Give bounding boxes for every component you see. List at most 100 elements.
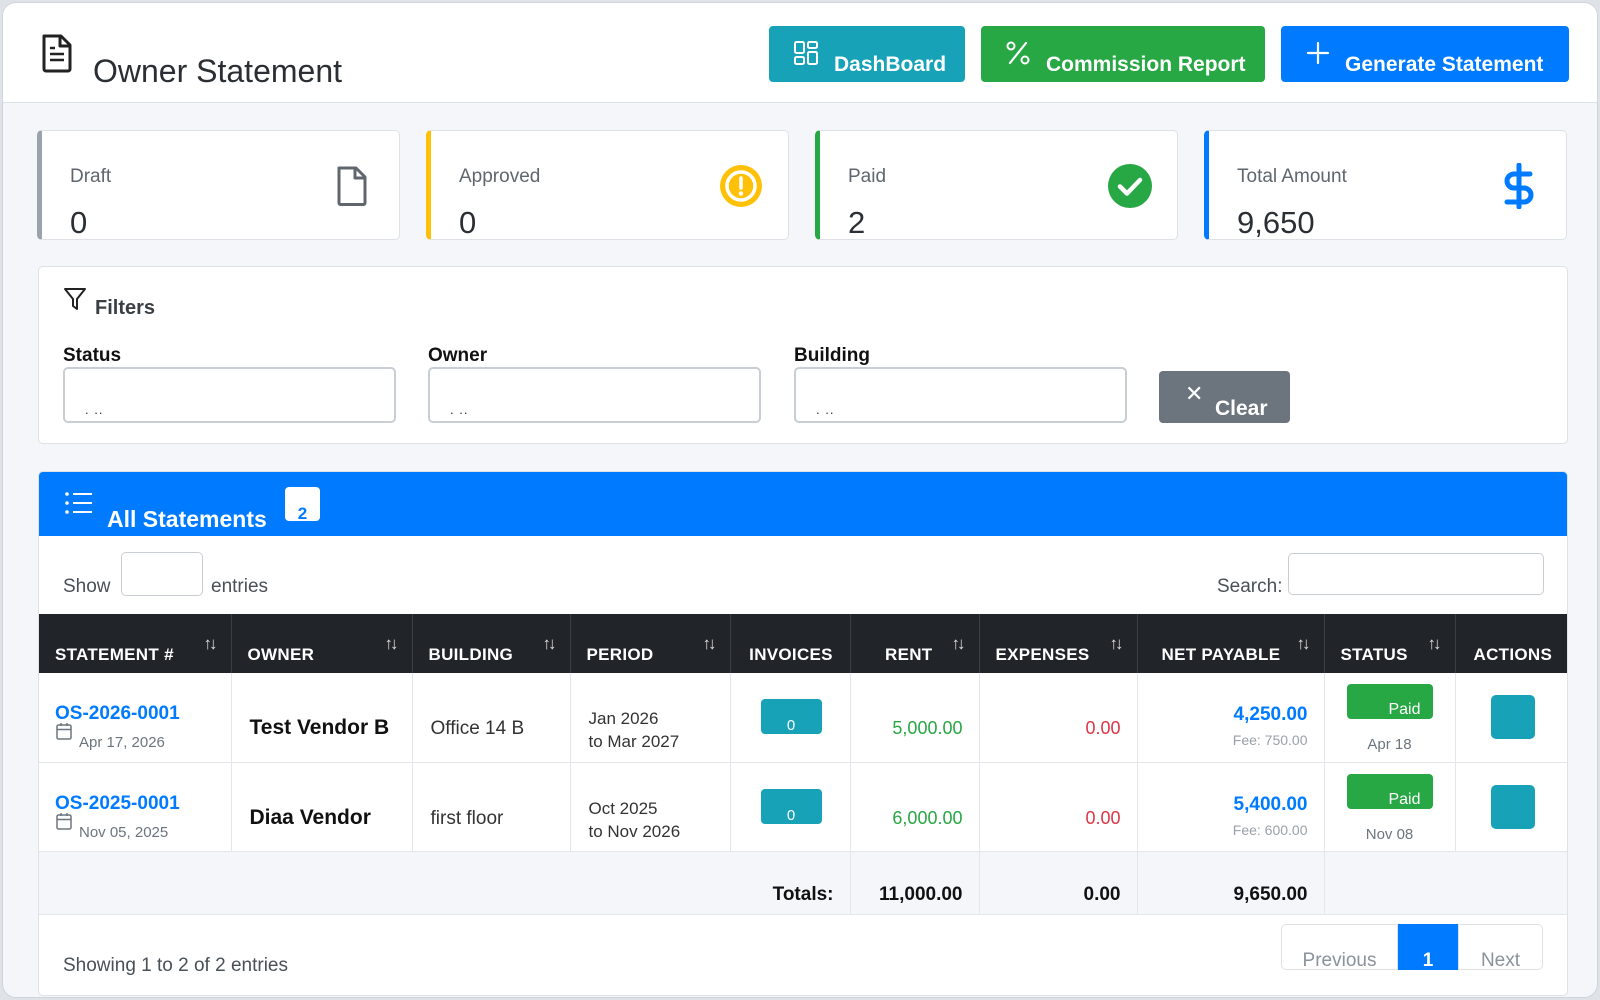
calendar-icon [56,812,72,830]
generate-statement-button[interactable]: Generate Statement [1281,26,1569,82]
status-filter-value: . .. [85,402,104,417]
statements-panel-header: All Statements 2 [39,472,1567,536]
sort-icon: ↑↓ [1296,634,1311,653]
list-icon [65,492,92,514]
sort-icon: ↑↓ [203,634,218,653]
stat-label: Approved [459,166,541,187]
owner-filter-label: Owner [428,345,488,366]
commission-report-button[interactable]: Commission Report [981,26,1265,82]
entries-per-page-select[interactable] [121,552,203,596]
statements-count-badge: 2 [285,487,320,521]
column-header-expenses[interactable]: EXPENSES ↑↓ [979,614,1138,673]
page-title: Owner Statement [93,53,342,89]
fee-amount: Fee: 600.00 [1232,821,1308,838]
document-icon [42,34,72,73]
stat-card-total-amount: Total Amount 9,650 [1204,130,1567,240]
total-net-payable: 9,650.00 [1233,883,1308,905]
column-header-period[interactable]: PERIOD ↑↓ [570,614,731,673]
filters-title: Filters [95,297,156,319]
column-header-rent[interactable]: RENT ↑↓ [850,614,980,673]
column-header-invoices: INVOICES [730,614,851,673]
search-input[interactable] [1288,553,1544,595]
entries-label: entries [211,576,269,597]
building-filter-label: Building [794,345,870,366]
invoices-count-badge[interactable]: 0 [760,788,822,824]
stat-label: Total Amount [1237,166,1347,187]
show-entries-label: Show [63,576,111,597]
status-date: Apr 18 [1367,736,1412,753]
row-action-button[interactable] [1490,695,1535,739]
period: Oct 2025 to Nov 2026 [588,798,681,841]
stat-value: 2 [848,205,866,240]
stat-card-draft: Draft 0 [37,130,400,240]
invoices-count-badge[interactable]: 0 [760,699,822,734]
status-filter-label: Status [63,345,122,366]
table-row: OS-2026-0001 Apr 17, 2026 Test Vendor B … [39,673,1567,763]
clear-filters-label: Clear [1215,397,1268,420]
owner-name: Diaa Vendor [249,805,371,829]
previous-page-button[interactable]: Previous [1281,924,1398,971]
column-header-building[interactable]: BUILDING ↑↓ [412,614,571,673]
stat-label: Draft [70,166,112,187]
column-header-statement[interactable]: STATEMENT # ↑↓ [39,614,232,673]
statement-number-link[interactable]: OS-2026-0001 [55,703,180,725]
sort-icon: ↑↓ [702,634,717,653]
sort-icon: ↑↓ [1109,634,1124,653]
dollar-icon [1504,163,1534,209]
dashboard-icon [794,41,818,65]
net-payable-amount: 4,250.00 [1233,704,1308,725]
table-header-row: STATEMENT # ↑↓ OWNER ↑↓ BUILDING ↑↓ PERIOD ↑… [39,614,1567,673]
dashboard-button[interactable]: DashBoard [769,26,965,82]
owner-name: Test Vendor B [249,716,390,739]
building-name: first floor [430,807,504,829]
close-icon: ✕ [1185,381,1204,406]
next-page-button[interactable]: Next [1458,924,1543,971]
period: Jan 2026 to Mar 2027 [588,709,680,751]
statement-number-link[interactable]: OS-2025-0001 [55,793,180,815]
search-label: Search: [1217,576,1283,597]
file-icon [337,166,367,206]
statements-panel: All Statements 2 Show entries Search: ST… [38,471,1568,996]
net-payable-amount: 5,400.00 [1233,793,1308,815]
column-header-status[interactable]: STATUS ↑↓ [1324,614,1456,673]
status-badge: Paid [1346,684,1433,719]
totals-label: Totals: [772,883,834,905]
stat-label: Paid [848,166,887,187]
exclamation-circle-icon [720,165,762,207]
commission-report-button-label: Commission Report [1046,53,1246,76]
column-header-actions: ACTIONS [1455,614,1567,673]
sort-icon: ↑↓ [951,634,966,653]
total-rent: 11,000.00 [879,883,963,905]
totals-row: Totals: 11,000.00 0.00 9,650.00 [39,851,1567,915]
stat-card-paid: Paid 2 [815,130,1178,240]
sort-icon: ↑↓ [542,634,557,653]
statement-date: Nov 05, 2025 [79,823,169,841]
sort-icon: ↑↓ [384,634,399,653]
sort-icon: ↑↓ [1427,634,1442,653]
row-action-button[interactable] [1490,784,1535,829]
column-header-net-payable[interactable]: NET PAYABLE ↑↓ [1137,614,1325,673]
statements-table: STATEMENT # ↑↓ OWNER ↑↓ BUILDING ↑↓ PERIOD ↑… [39,614,1567,915]
total-expenses: 0.00 [1083,883,1121,905]
building-filter-select[interactable]: . .. [794,367,1127,423]
rent-amount: 5,000.00 [892,718,963,738]
owner-filter-select[interactable]: . .. [428,367,761,423]
stat-value: 0 [70,205,88,240]
status-filter-select[interactable]: . .. [63,367,396,423]
filter-icon [64,288,86,310]
fee-amount: Fee: 750.00 [1232,732,1308,748]
check-circle-icon [1108,164,1152,208]
clear-filters-button[interactable]: ✕ Clear [1159,371,1290,423]
table-info: Showing 1 to 2 of 2 entries [63,955,288,976]
stat-value: 0 [459,205,477,240]
stat-value: 9,650 [1237,205,1315,240]
page-header: Owner Statement DashBoard Commission Rep… [3,3,1597,103]
generate-statement-button-label: Generate Statement [1345,53,1544,76]
column-header-owner[interactable]: OWNER ↑↓ [231,614,413,673]
statement-date: Apr 17, 2026 [79,734,165,751]
expenses-amount: 0.00 [1085,807,1121,828]
dashboard-button-label: DashBoard [834,53,947,76]
page-1-button[interactable]: 1 [1398,924,1458,971]
status-badge: Paid [1346,773,1433,809]
plus-icon [1306,41,1330,65]
